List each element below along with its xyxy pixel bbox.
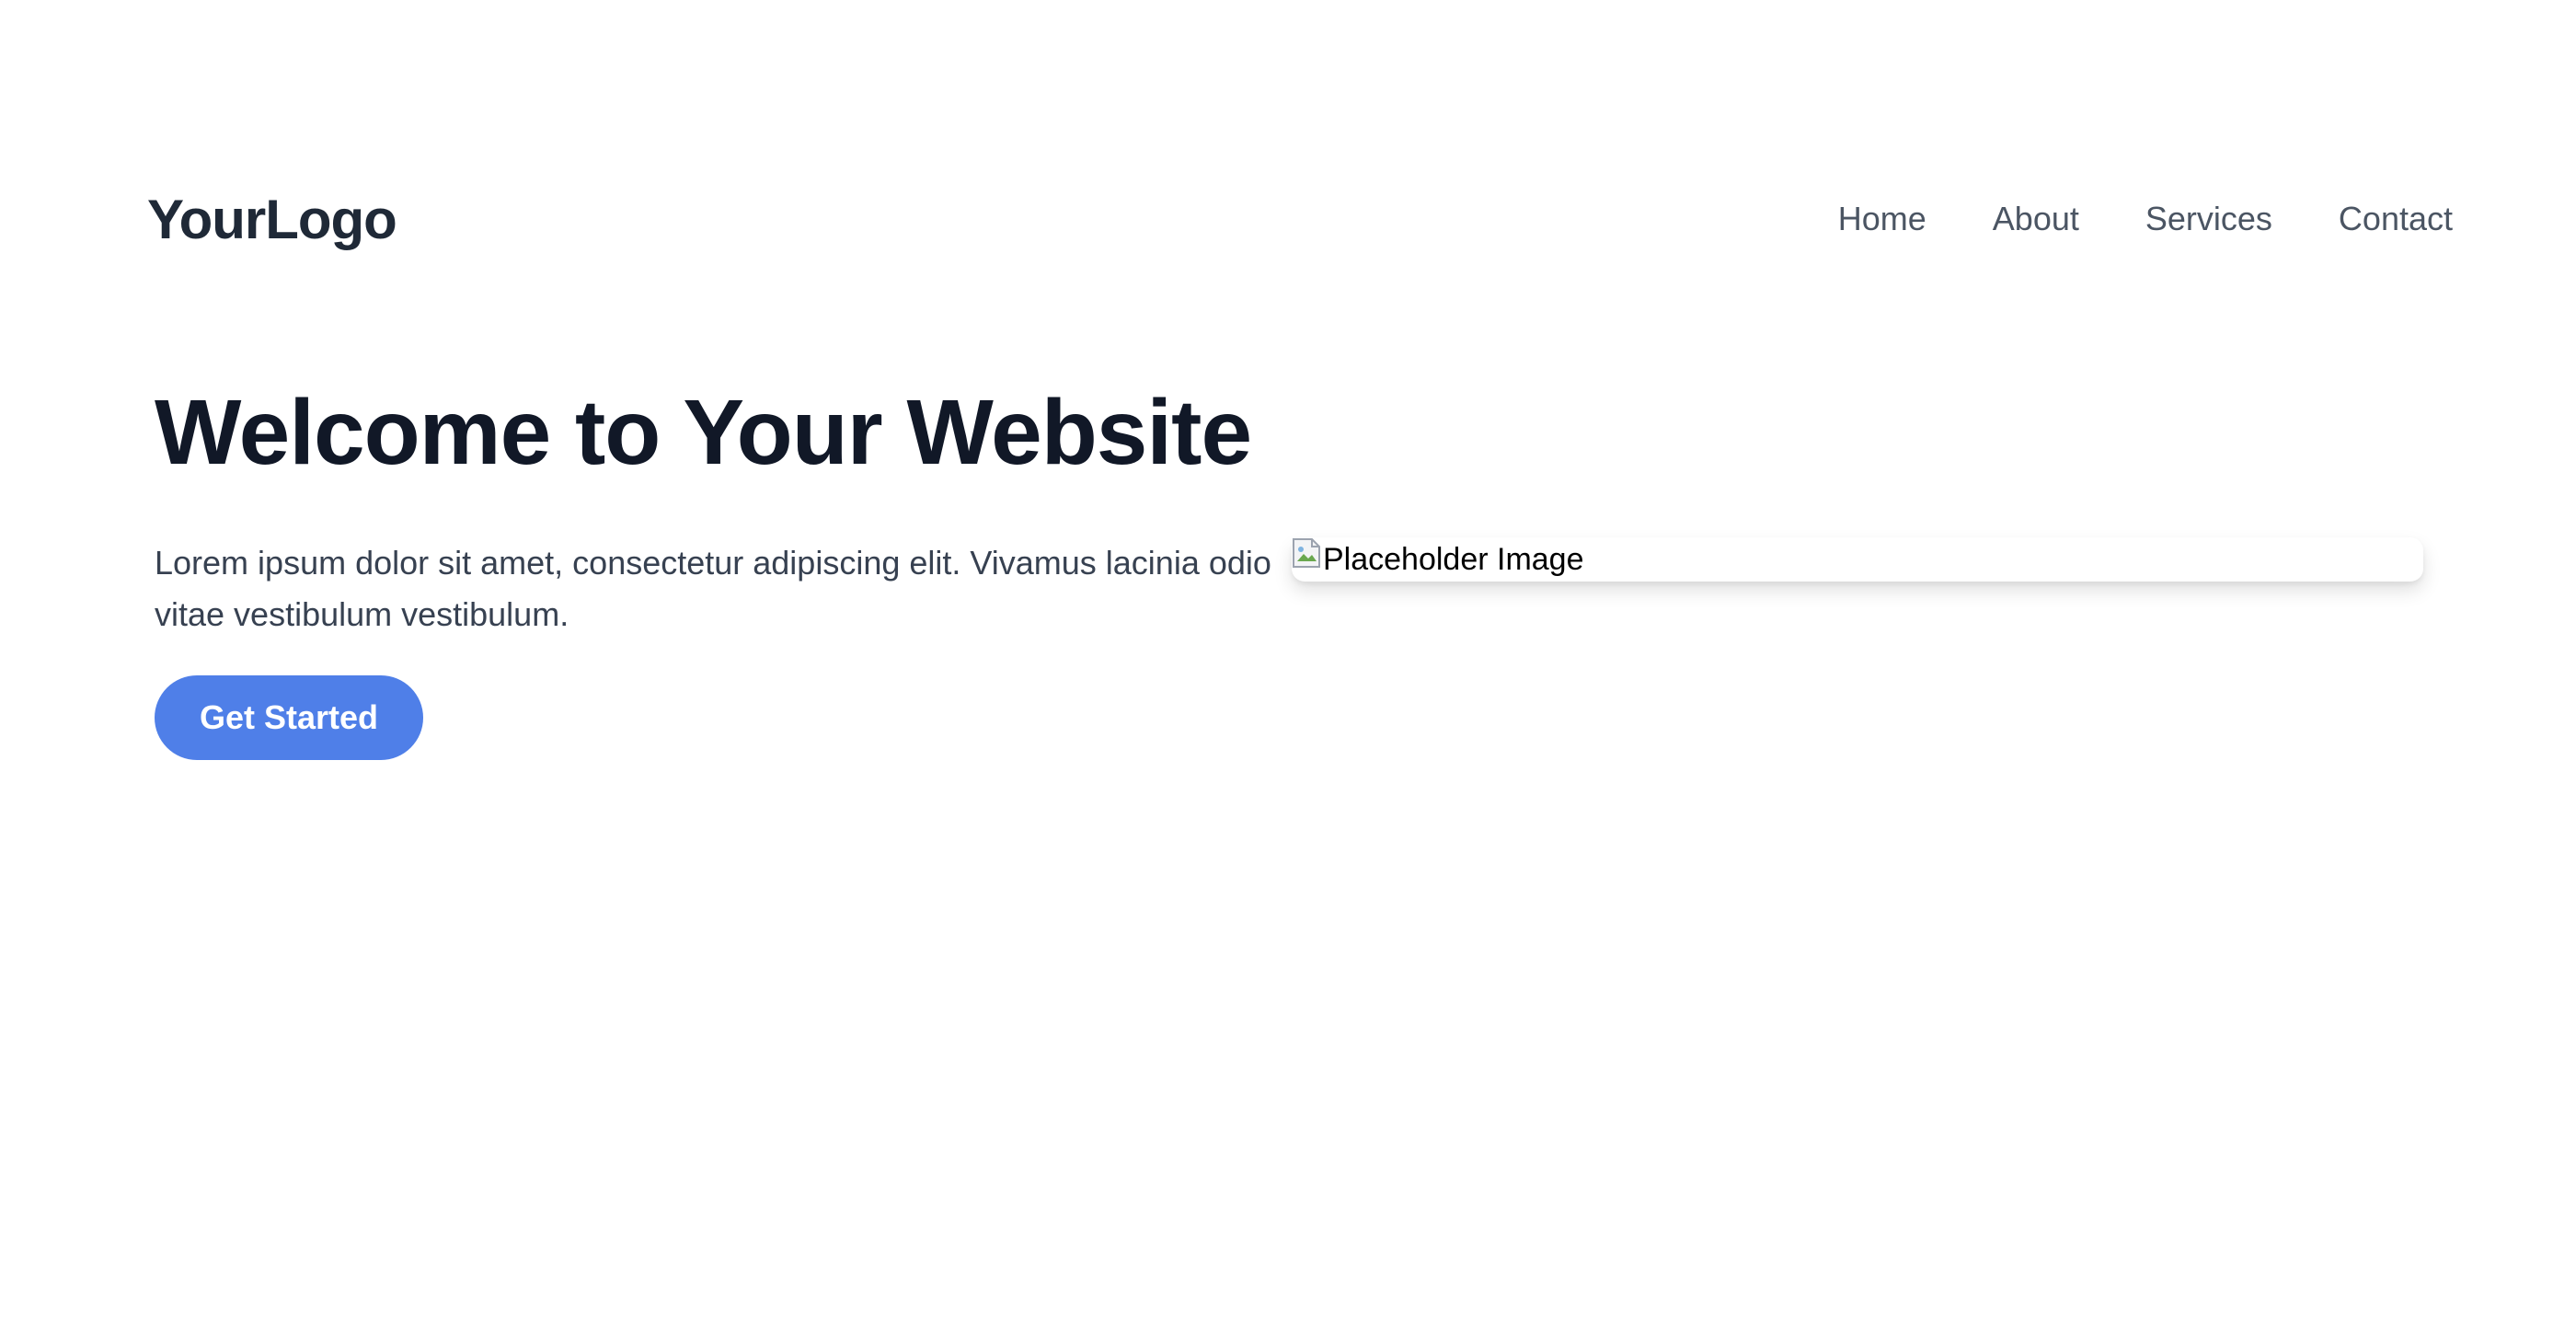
site-header: YourLogo Home About Services Contact <box>147 184 2453 254</box>
nav-link-services[interactable]: Services <box>2145 200 2272 238</box>
hero-description: Lorem ipsum dolor sit amet, consectetur … <box>155 544 1271 633</box>
hero-title: Welcome to Your Website <box>155 381 1252 484</box>
logo[interactable]: YourLogo <box>147 188 397 251</box>
nav-link-home[interactable]: Home <box>1838 200 1926 238</box>
hero-image: Placeholder Image <box>1292 537 2423 582</box>
nav-link-contact[interactable]: Contact <box>2339 200 2453 238</box>
broken-image-icon <box>1292 537 1321 569</box>
nav-link-about[interactable]: About <box>1993 200 2079 238</box>
get-started-button[interactable]: Get Started <box>155 675 423 760</box>
main-nav: Home About Services Contact <box>1772 200 2453 238</box>
image-alt-text: Placeholder Image <box>1323 542 1584 577</box>
page: YourLogo Home About Services Contact Wel… <box>0 0 2576 1325</box>
